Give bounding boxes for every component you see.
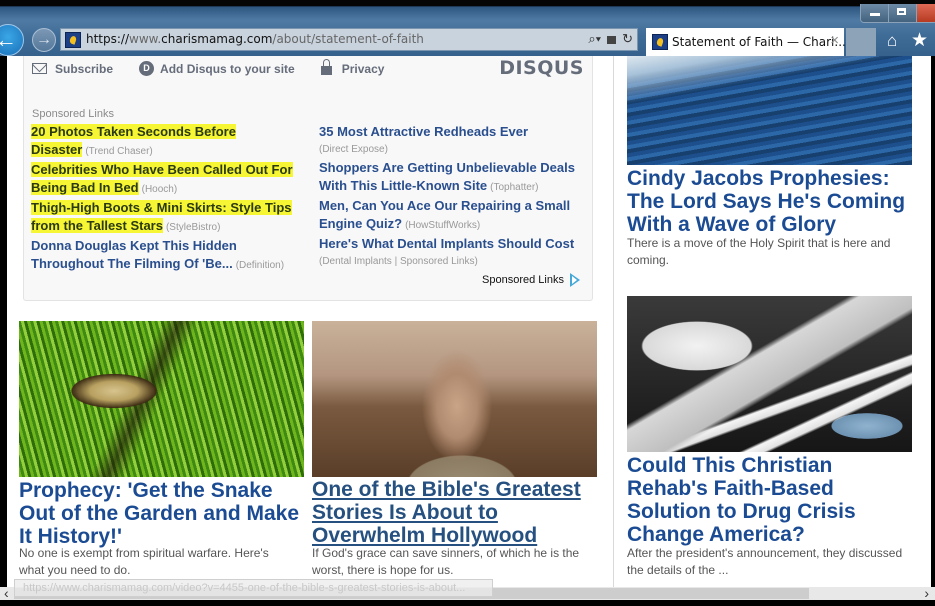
sponsored-link[interactable]: 20 Photos Taken Seconds Before Disaster(… [31,123,301,161]
new-tab-button[interactable] [846,28,876,56]
sponsored-column-left: 20 Photos Taken Seconds Before Disaster(… [31,123,301,275]
column-divider [613,56,614,587]
sponsored-link[interactable]: Celebrities Who Have Been Called Out For… [31,161,301,199]
play-triangle-icon [570,273,580,287]
disqus-logo[interactable]: DISQUS [499,57,584,79]
favorites-star-icon[interactable]: ★ [911,29,928,52]
article-summary: There is a move of the Holy Spirit that … [627,236,891,267]
scroll-right-icon[interactable]: › [924,585,929,601]
sponsored-links-label: Sponsored Links [32,108,114,120]
snake-in-grass-image[interactable] [19,321,304,477]
sponsored-link[interactable]: 35 Most Attractive Redheads Ever (Direct … [319,123,587,159]
ocean-wave-image[interactable] [627,56,912,165]
minimize-button[interactable] [861,4,889,22]
drugs-razor-image[interactable] [627,296,912,452]
envelope-icon [32,63,47,74]
sponsored-link[interactable]: Donna Douglas Kept This Hidden Throughou… [31,237,301,275]
add-disqus-link[interactable]: D Add Disqus to your site [139,61,295,76]
sponsored-link[interactable]: Men, Can You Ace Our Repairing a Small E… [319,197,587,235]
article-title[interactable]: Cindy Jacobs Prophesies: The Lord Says H… [627,167,912,236]
disqus-logo-icon: D [139,61,155,76]
home-icon[interactable]: ⌂ [887,31,897,51]
url-text[interactable]: https://www.charismamag.com/about/statem… [86,32,424,46]
close-window-button[interactable] [917,4,935,22]
tab-favicon-icon [652,34,668,50]
forward-button[interactable]: → [32,28,56,52]
tab-close-icon[interactable]: × [830,32,839,49]
address-bar[interactable]: https://www.charismamag.com/about/statem… [60,28,638,51]
bearded-man-image[interactable] [312,321,597,477]
window-controls [860,4,935,23]
tab-title: Statement of Faith — Chari... [672,35,846,49]
tab-statement-of-faith[interactable]: Statement of Faith — Chari... × [646,28,846,56]
sponsored-link[interactable]: Here's What Dental Implants Should Cost(… [319,235,587,271]
sponsored-column-right: 35 Most Attractive Redheads Ever (Direct … [319,123,587,271]
web-page: Subscribe D Add Disqus to your site Priv… [7,56,931,587]
forward-arrow-icon: → [36,31,52,48]
sponsored-link[interactable]: Shoppers Are Getting Unbelievable Deals … [319,159,587,197]
article-title[interactable]: Could This Christian Rehab's Faith-Based… [627,454,907,546]
sponsored-links-footer[interactable]: Sponsored Links [482,273,580,287]
site-favicon-icon [65,32,81,48]
address-bar-icons: ⌕▾ ↻ [588,31,633,47]
disqus-footer-bar: Subscribe D Add Disqus to your site Priv… [32,59,410,76]
refresh-icon[interactable]: ↻ [622,31,633,47]
back-arrow-icon: ← [0,27,17,52]
padlock-icon [320,59,332,75]
back-button[interactable]: ← [0,24,24,56]
article-summary: After the president's announcement, they… [627,546,903,577]
disqus-panel: Subscribe D Add Disqus to your site Priv… [23,56,593,301]
scroll-left-icon[interactable]: ‹ [4,585,9,601]
article-title[interactable]: Prophecy: 'Get the Snake Out of the Gard… [19,479,304,548]
article-title[interactable]: One of the Bible's Greatest Stories Is A… [312,478,592,547]
article-summary: No one is exempt from spiritual warfare.… [19,546,269,577]
window-bottom-edge [0,600,935,606]
search-dropdown-icon[interactable]: ⌕▾ [588,31,601,47]
subscribe-link[interactable]: Subscribe [32,62,113,76]
maximize-button[interactable] [889,4,917,22]
sponsored-link[interactable]: Thigh-High Boots & Mini Skirts: Style Ti… [31,199,301,237]
status-bar-url: https://www.charismamag.com/video?v=4455… [14,579,493,597]
article-summary: If God's grace can save sinners, of whic… [312,546,580,577]
browser-toolbar: ← → https://www.charismamag.com/about/st… [0,0,935,56]
lock-icon[interactable] [607,36,617,44]
privacy-link[interactable]: Privacy [320,59,384,76]
